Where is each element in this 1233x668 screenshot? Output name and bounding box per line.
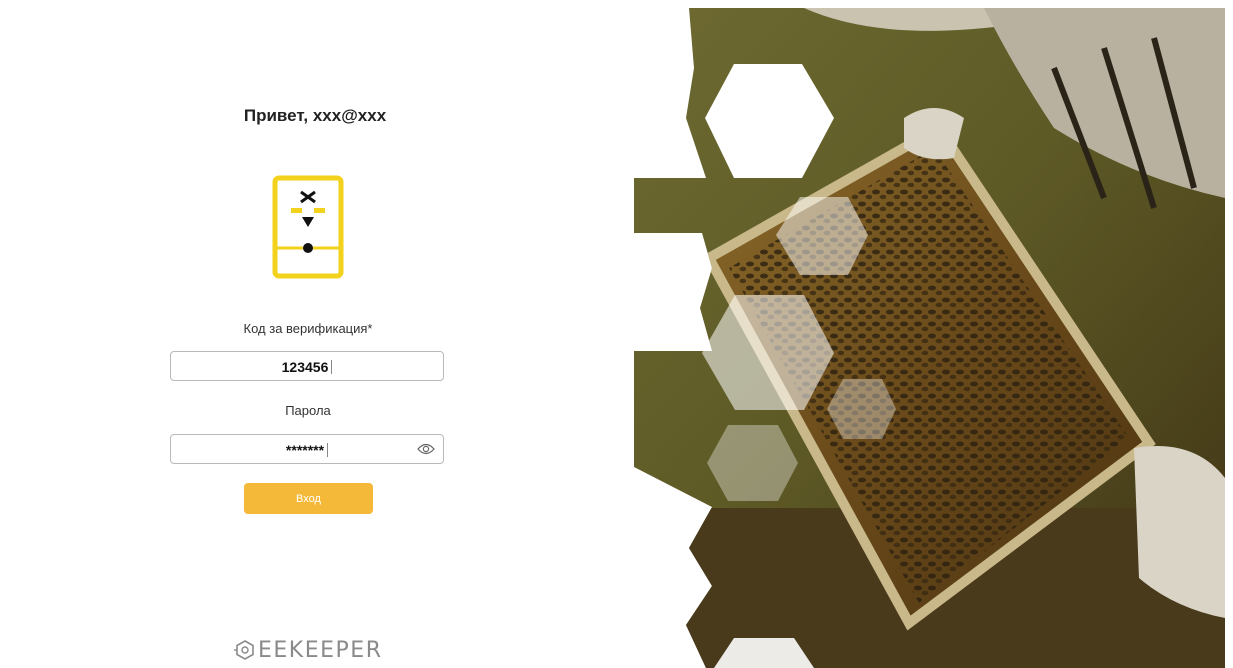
- password-value-wrap: *******: [171, 442, 443, 458]
- eye-icon[interactable]: [417, 442, 435, 456]
- beekeeper-logo: EEKEEPER: [234, 636, 384, 664]
- verification-code-label: Код за верификация*: [243, 321, 373, 336]
- verification-code-field[interactable]: 123456: [170, 351, 444, 381]
- verification-code-value: 123456: [281, 359, 329, 375]
- password-field[interactable]: *******: [170, 434, 444, 464]
- password-label: Парола: [285, 403, 331, 418]
- bee-logo-icon: [234, 640, 254, 660]
- text-caret: [331, 360, 333, 374]
- phone-bee-icon: [272, 175, 344, 279]
- beekeeping-photo: [634, 8, 1225, 668]
- login-button[interactable]: Вход: [244, 483, 373, 514]
- login-panel: Привет, xxx@xxx Код за верификация* 1234…: [0, 0, 690, 668]
- verification-code-value-wrap: 123456: [171, 359, 443, 375]
- password-value: *******: [285, 442, 325, 458]
- greeting-title: Привет, xxx@xxx: [243, 106, 387, 125]
- text-caret: [327, 443, 329, 457]
- logo-text: EEKEEPER: [258, 637, 383, 663]
